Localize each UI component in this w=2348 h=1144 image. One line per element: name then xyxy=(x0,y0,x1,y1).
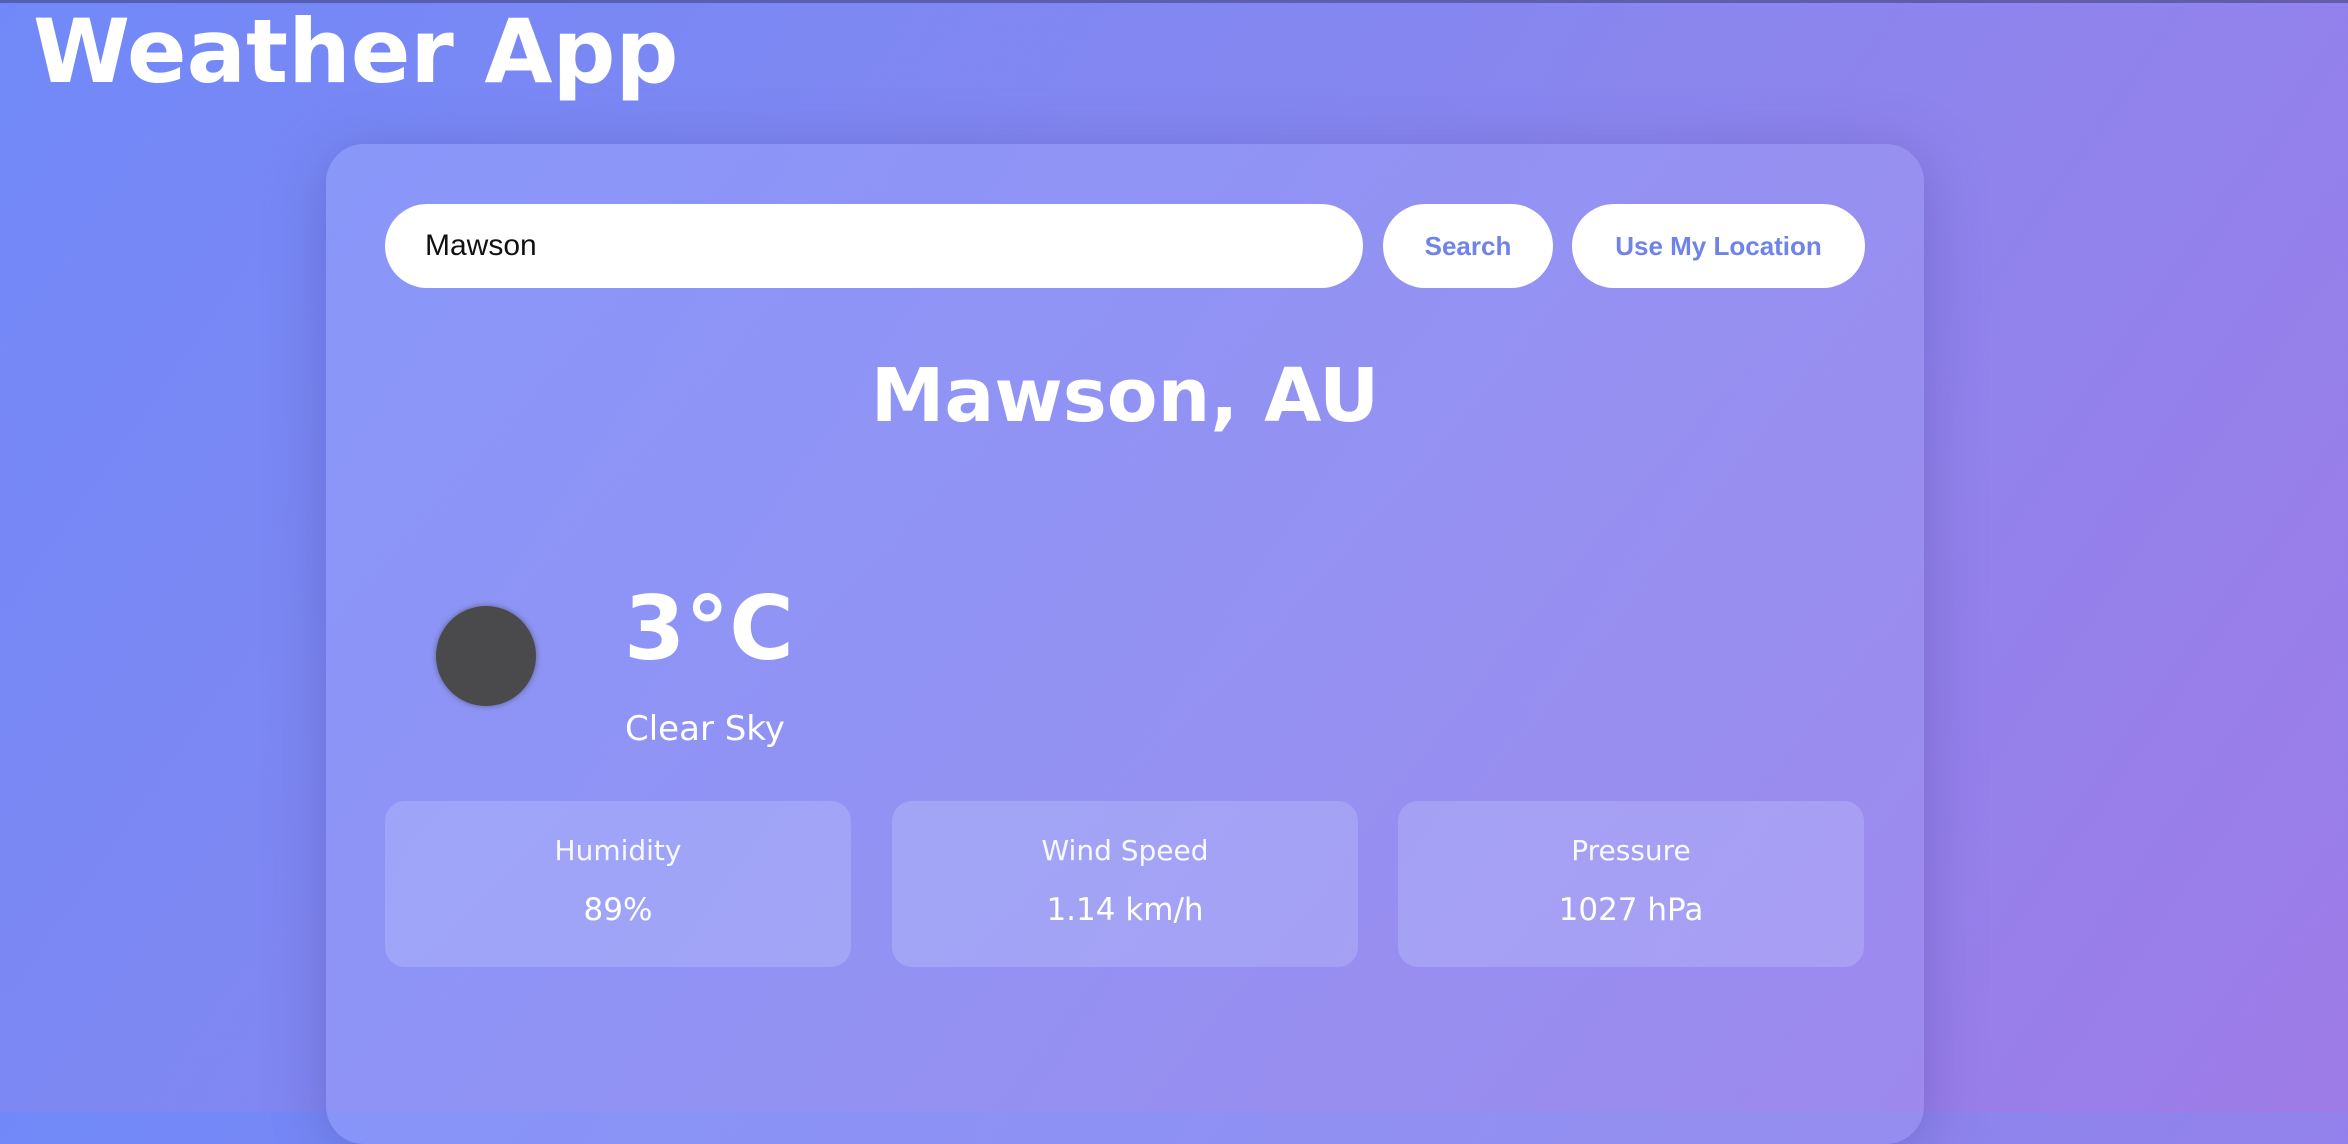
app-title: Weather App xyxy=(33,0,679,103)
pressure-stat: Pressure 1027 hPa xyxy=(1398,801,1864,967)
search-input[interactable]: Mawson xyxy=(385,204,1363,288)
wind-speed-value: 1.14 km/h xyxy=(1046,892,1204,928)
location-name: Mawson, AU xyxy=(870,353,1380,439)
humidity-stat: Humidity 89% xyxy=(385,801,851,967)
temperature: 3°C xyxy=(624,577,794,680)
wind-speed-stat: Wind Speed 1.14 km/h xyxy=(892,801,1358,967)
weather-card: Mawson Search Use My Location Mawson, AU… xyxy=(326,144,1924,1144)
wind-speed-label: Wind Speed xyxy=(1041,834,1209,867)
search-input-value: Mawson xyxy=(425,229,537,262)
pressure-label: Pressure xyxy=(1571,834,1691,867)
humidity-label: Humidity xyxy=(554,834,682,867)
weather-condition: Clear Sky xyxy=(625,709,785,749)
humidity-value: 89% xyxy=(583,892,653,928)
pressure-value: 1027 hPa xyxy=(1558,892,1704,928)
weather-condition-icon xyxy=(436,606,536,706)
use-my-location-button[interactable]: Use My Location xyxy=(1572,204,1865,288)
search-button[interactable]: Search xyxy=(1383,204,1553,288)
